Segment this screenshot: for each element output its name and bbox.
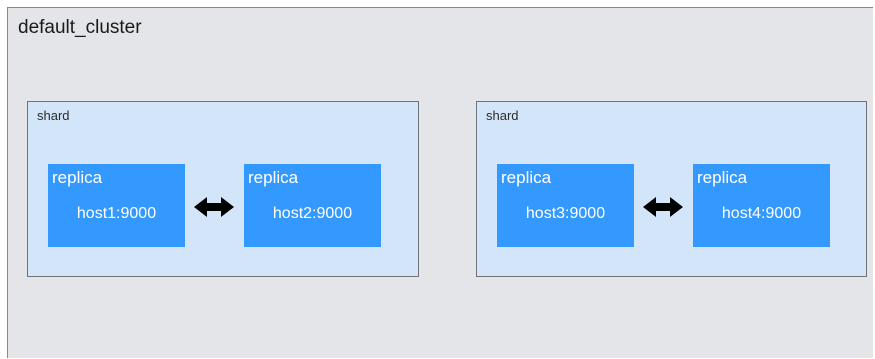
replica-title: replica <box>697 168 748 187</box>
replica-box: replica host3:9000 <box>497 164 634 247</box>
replica-box: replica host1:9000 <box>48 164 185 247</box>
replica-title: replica <box>501 168 552 187</box>
replica-title: replica <box>248 168 299 187</box>
shard-label: shard <box>37 108 70 123</box>
shard-label: shard <box>486 108 519 123</box>
replica-box: replica host4:9000 <box>693 164 830 247</box>
double-arrow-icon <box>641 195 685 219</box>
replica-title: replica <box>52 168 103 187</box>
cluster-container: default_cluster shard replica host1:9000… <box>7 7 873 358</box>
replica-host: host2:9000 <box>272 205 353 222</box>
replica-box: replica host2:9000 <box>244 164 381 247</box>
replica-host: host4:9000 <box>721 205 802 222</box>
shard-box: shard replica host1:9000 replica host2:9… <box>27 101 419 277</box>
replica-host: host1:9000 <box>76 205 157 222</box>
shard-box: shard replica host3:9000 replica host4:9… <box>476 101 867 277</box>
replica-host: host3:9000 <box>525 205 606 222</box>
cluster-title: default_cluster <box>18 17 142 38</box>
double-arrow-icon <box>192 195 236 219</box>
